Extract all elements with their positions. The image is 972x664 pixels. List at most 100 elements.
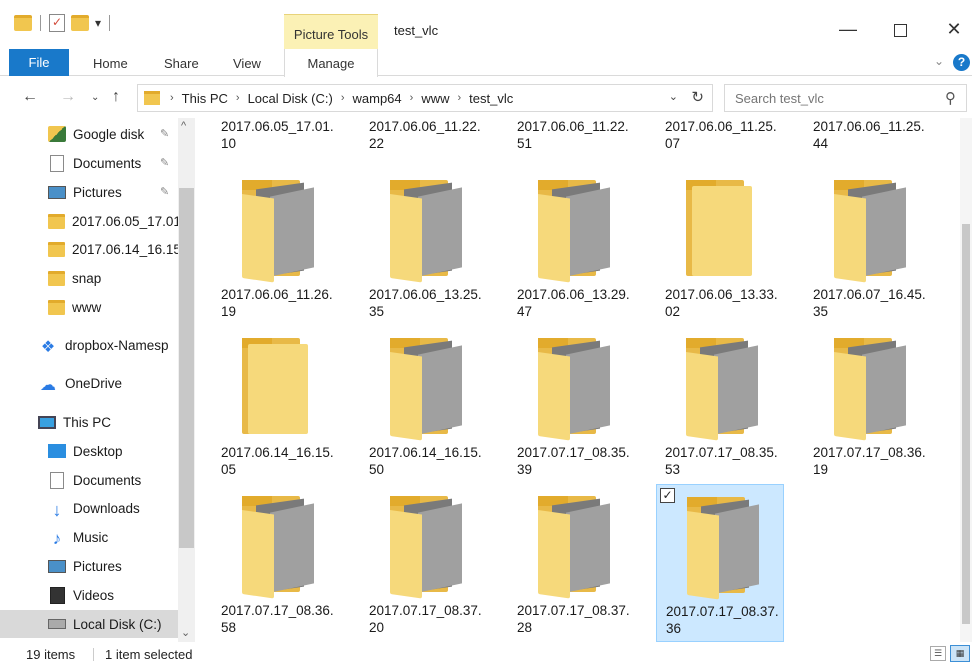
folder-item[interactable]: 2017.06.14_16.15. 05 xyxy=(212,326,340,484)
sidebar-item[interactable]: Desktop xyxy=(0,437,178,465)
sidebar-item-label: Pictures xyxy=(73,184,122,200)
search-input[interactable] xyxy=(725,85,925,111)
quick-access-toolbar: ▾ xyxy=(14,14,112,32)
pin-icon: ✎ xyxy=(160,186,170,198)
chevron-right-icon[interactable]: › xyxy=(457,92,461,104)
close-button[interactable]: ✕ xyxy=(934,14,972,44)
content-scrollbar[interactable] xyxy=(960,118,972,642)
folder-item[interactable]: 2017.06.14_16.15. 50 xyxy=(360,326,488,484)
search-box[interactable]: ⚲ xyxy=(724,84,967,112)
maximize-button[interactable] xyxy=(880,14,920,44)
folder-icon xyxy=(538,338,614,441)
folder-item[interactable]: ✓ 2017.07.17_08.37. 36 xyxy=(656,484,784,642)
documents-icon xyxy=(50,471,64,489)
sidebar-item[interactable]: Google disk ✎ xyxy=(0,120,178,148)
folder-item[interactable]: 2017.07.17_08.36. 58 xyxy=(212,484,340,642)
sidebar-item[interactable]: Pictures xyxy=(0,552,178,580)
sidebar-item[interactable]: 2017.06.14_16.15 xyxy=(0,235,178,263)
search-icon[interactable]: ⚲ xyxy=(945,89,956,107)
tab-file[interactable]: File xyxy=(9,49,69,76)
folder-item[interactable]: 2017.07.17_08.37. 20 xyxy=(360,484,488,642)
minimize-button[interactable]: — xyxy=(828,14,868,44)
expand-ribbon-icon[interactable]: ⌄ xyxy=(934,54,944,68)
chevron-right-icon[interactable]: › xyxy=(236,92,240,104)
folder-item[interactable]: 2017.07.17_08.35. 53 xyxy=(656,326,784,484)
folder-item[interactable]: 2017.07.17_08.36. 19 xyxy=(804,326,932,484)
refresh-icon[interactable]: ↻ xyxy=(691,88,704,106)
chevron-right-icon[interactable]: › xyxy=(410,92,414,104)
sidebar-item[interactable]: ❖ dropbox-Namesp xyxy=(0,331,178,359)
folder-name: 2017.06.14_16.15. 50 xyxy=(369,444,487,478)
sidebar-item[interactable]: Pictures ✎ xyxy=(0,178,178,206)
sidebar-item[interactable]: Videos xyxy=(0,581,178,609)
folder-name-line2: 05 xyxy=(221,462,237,477)
folder-name: 2017.06.06_13.33. 02 xyxy=(665,286,783,320)
folder-item[interactable]: 2017.06.06_11.26. 19 xyxy=(212,168,340,326)
folder-icon[interactable] xyxy=(14,15,32,31)
sidebar-item[interactable]: Documents xyxy=(0,466,178,494)
breadcrumb-this-pc[interactable]: This PC xyxy=(182,91,228,106)
folder-name-line1: 2017.07.17_08.35. xyxy=(517,445,630,460)
folder-icon xyxy=(834,180,910,283)
sidebar-item[interactable]: www xyxy=(0,293,178,321)
sidebar-item[interactable]: Documents ✎ xyxy=(0,149,178,177)
folder-name: 2017.06.06_13.25. 35 xyxy=(369,286,487,320)
address-bar[interactable]: › This PC › Local Disk (C:) › wamp64 › w… xyxy=(137,84,713,112)
scroll-down-icon[interactable]: ⌄ xyxy=(181,626,190,639)
sidebar-item[interactable]: ↓ Downloads xyxy=(0,494,178,522)
sidebar-item-label: 2017.06.14_16.15 xyxy=(72,241,178,257)
sidebar-item[interactable]: snap xyxy=(0,264,178,292)
folder-name-line2: 53 xyxy=(665,462,681,477)
sidebar-item[interactable]: 2017.06.05_17.01 xyxy=(0,207,178,235)
folder-name: 2017.07.17_08.36. 58 xyxy=(221,602,339,636)
folder-icon xyxy=(242,338,318,436)
folder-name: 2017.06.06_13.29. 47 xyxy=(517,286,635,320)
sidebar-item[interactable]: This PC xyxy=(0,408,178,436)
sidebar-scroll-thumb[interactable] xyxy=(179,188,194,548)
folder-item[interactable]: 2017.06.07_16.45. 35 xyxy=(804,168,932,326)
forward-arrow-icon[interactable]: → xyxy=(60,88,76,106)
breadcrumb-local-disk[interactable]: Local Disk (C:) xyxy=(248,91,333,106)
scroll-up-icon[interactable]: ^ xyxy=(181,120,186,132)
up-arrow-icon[interactable]: ↑ xyxy=(112,88,120,106)
navigation-bar: ← → ⌄ ↑ › This PC › Local Disk (C:) › wa… xyxy=(0,80,972,116)
customize-toolbar-icon[interactable]: ▾ xyxy=(95,16,101,30)
tab-share[interactable]: Share xyxy=(164,49,199,76)
downloads-icon: ↓ xyxy=(52,500,62,520)
folder-name: 2017.06.06_11.22. 51 xyxy=(517,118,635,152)
properties-icon[interactable] xyxy=(49,14,65,32)
folder-name-line1: 2017.07.17_08.36. xyxy=(221,603,334,618)
breadcrumb-www[interactable]: www xyxy=(421,91,449,106)
sidebar-scrollbar[interactable]: ^ ⌄ xyxy=(178,118,195,642)
folder-item[interactable]: 2017.06.06_13.29. 47 xyxy=(508,168,636,326)
breadcrumb-test-vlc[interactable]: test_vlc xyxy=(469,91,513,106)
folder-name: 2017.07.17_08.35. 39 xyxy=(517,444,635,478)
large-icons-view-icon[interactable]: ▦ xyxy=(950,645,970,662)
tab-home[interactable]: Home xyxy=(93,49,128,76)
sidebar-item-label: snap xyxy=(72,270,102,286)
sidebar-item[interactable]: ♪ Music xyxy=(0,523,178,551)
tab-view[interactable]: View xyxy=(233,49,261,76)
folder-name-line1: 2017.06.06_13.33. xyxy=(665,287,778,302)
folder-icon xyxy=(834,338,910,441)
folder-item[interactable]: 2017.06.06_13.33. 02 xyxy=(656,168,784,326)
tab-manage[interactable]: Manage xyxy=(284,49,378,77)
folder-item[interactable]: 2017.06.06_13.25. 35 xyxy=(360,168,488,326)
sidebar-item[interactable]: ☁ OneDrive xyxy=(0,369,178,397)
recent-locations-icon[interactable]: ⌄ xyxy=(91,92,99,103)
content-scroll-thumb[interactable] xyxy=(962,224,970,624)
chevron-right-icon[interactable]: › xyxy=(341,92,345,104)
maximize-icon xyxy=(893,23,907,37)
folder-item[interactable]: 2017.07.17_08.37. 28 xyxy=(508,484,636,642)
folder-name-line2: 07 xyxy=(665,136,681,151)
selection-checkbox[interactable]: ✓ xyxy=(660,488,675,503)
chevron-right-icon[interactable]: › xyxy=(170,92,174,104)
new-folder-icon[interactable] xyxy=(71,15,89,31)
breadcrumb-wamp64[interactable]: wamp64 xyxy=(353,91,402,106)
help-icon[interactable]: ? xyxy=(953,54,970,71)
folder-item[interactable]: 2017.07.17_08.35. 39 xyxy=(508,326,636,484)
details-view-icon[interactable]: ☰ xyxy=(930,646,946,661)
chevron-down-icon[interactable]: ⌄ xyxy=(669,90,678,103)
back-arrow-icon[interactable]: ← xyxy=(22,88,38,106)
sidebar-item[interactable]: Local Disk (C:) xyxy=(0,610,178,638)
